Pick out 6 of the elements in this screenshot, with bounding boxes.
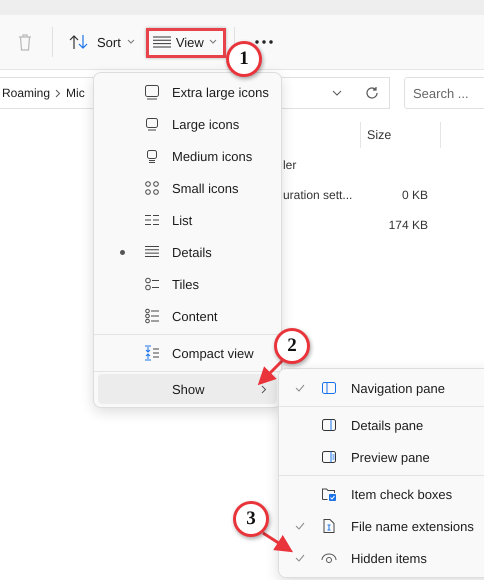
callout-badge: 3 — [233, 501, 269, 537]
table-cell: ler — [283, 158, 296, 172]
table-cell: uration sett... — [283, 188, 352, 202]
callout-badge: 2 — [274, 328, 310, 364]
table-cell: 0 KB — [402, 188, 428, 202]
table-cell: 174 KB — [388, 218, 428, 232]
